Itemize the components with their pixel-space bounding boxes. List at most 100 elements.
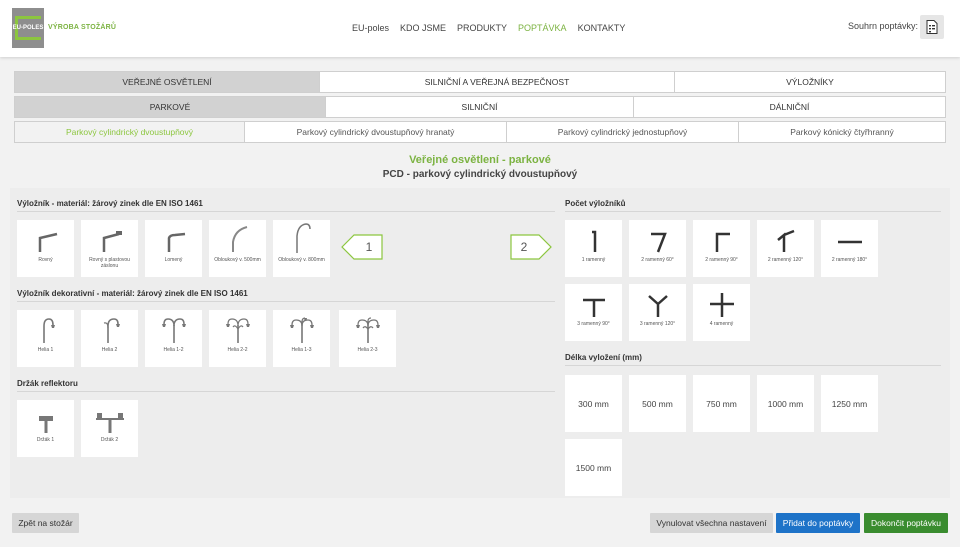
decor-option-helia-1-2[interactable]: Helia 1-2: [145, 310, 202, 367]
arm-option-obloukovy-800[interactable]: Obloukový v. 800mm: [273, 220, 330, 277]
nav-poptavka[interactable]: POPTÁVKA: [518, 23, 567, 33]
tab-model-konicky[interactable]: Parkový kónický čtyřhranný: [739, 122, 945, 142]
arm-option-rovny-plast[interactable]: Rovný s plastovou záslonu: [81, 220, 138, 277]
two-arm-180-icon: [837, 240, 862, 244]
holder-option-1[interactable]: Držák 1: [17, 400, 74, 457]
option-label: 750 mm: [706, 398, 737, 409]
helia-1-3-icon: [289, 317, 314, 343]
step-number: 1: [365, 240, 373, 254]
count-option-2-60[interactable]: 2 ramenný 60°: [629, 220, 686, 277]
nav-kdo-jsme[interactable]: KDO JSME: [400, 23, 446, 33]
step-2-indicator: 2: [510, 234, 552, 260]
main-nav: EU-poles KDO JSME PRODUKTY POPTÁVKA KONT…: [352, 23, 625, 33]
reflector-holder-1-icon: [38, 416, 53, 433]
decor-section-title: Výložník dekorativní - materiál: žárový …: [17, 289, 248, 298]
tab-parkove[interactable]: PARKOVÉ: [15, 97, 326, 117]
summary-label: Souhrn poptávky:: [848, 21, 919, 31]
arm-option-obloukovy-500[interactable]: Obloukový v. 500mm: [209, 220, 266, 277]
helia-2-2-icon: [225, 318, 250, 343]
length-option-1000[interactable]: 1000 mm: [757, 375, 814, 432]
helia-2-icon: [103, 318, 120, 343]
count-section-title: Počet výložníků: [565, 199, 626, 208]
holder-option-2[interactable]: Držák 2: [81, 400, 138, 457]
option-label: 500 mm: [642, 398, 673, 409]
tabs-category: VEŘEJNÉ OSVĚTLENÍ SILNIČNÍ A VEŘEJNÁ BEZ…: [14, 71, 946, 93]
holder-section-title: Držák reflektoru: [17, 379, 78, 388]
count-option-3-120[interactable]: 3 ramenný 120°: [629, 284, 686, 341]
option-label: Držák 1: [36, 437, 55, 443]
nav-eu-poles[interactable]: EU-poles: [352, 23, 389, 33]
length-option-750[interactable]: 750 mm: [693, 375, 750, 432]
option-label: Obloukový v. 500mm: [214, 257, 261, 263]
divider: [17, 391, 555, 392]
helia-1-icon: [42, 318, 55, 343]
count-option-3-90[interactable]: 3 ramenný 90°: [565, 284, 622, 341]
option-label: 2 ramenný 120°: [767, 257, 804, 263]
length-section-title: Délka vyložení (mm): [565, 353, 642, 362]
count-option-2-90[interactable]: 2 ramenný 90°: [693, 220, 750, 277]
length-option-1500[interactable]: 1500 mm: [565, 439, 622, 496]
option-label: 300 mm: [578, 398, 609, 409]
tab-model-jednostupnovy[interactable]: Parkový cylindrický jednostupňový: [507, 122, 739, 142]
option-label: Rovný: [38, 257, 53, 263]
count-option-1[interactable]: 1 ramenný: [565, 220, 622, 277]
option-label: 1500 mm: [575, 462, 612, 473]
option-label: Helia 1-3: [291, 347, 312, 353]
divider: [565, 211, 941, 212]
option-label: Helia 1-2: [163, 347, 184, 353]
option-label: Obloukový v. 800mm: [278, 257, 325, 263]
tab-vylozniky[interactable]: VÝLOŽNÍKY: [675, 72, 945, 92]
one-arm-icon: [591, 230, 596, 252]
bent-arm-icon: [167, 232, 185, 252]
count-option-2-180[interactable]: 2 ramenný 180°: [821, 220, 878, 277]
option-label: 1000 mm: [767, 398, 804, 409]
length-option-300[interactable]: 300 mm: [565, 375, 622, 432]
tab-silnicni[interactable]: SILNIČNÍ: [326, 97, 634, 117]
decor-option-helia-2-2[interactable]: Helia 2-2: [209, 310, 266, 367]
add-to-request-button[interactable]: Přidat do poptávky: [776, 513, 860, 533]
three-arm-120-icon: [647, 295, 668, 317]
two-arm-120-icon: [776, 229, 794, 252]
straight-arm-cover-icon: [102, 231, 122, 252]
helia-1-2-icon: [161, 318, 186, 343]
tabs-model: Parkový cylindrický dvoustupňový Parkový…: [14, 121, 946, 143]
nav-produkty[interactable]: PRODUKTY: [457, 23, 507, 33]
length-option-1250[interactable]: 1250 mm: [821, 375, 878, 432]
site-header: EU-POLES VÝROBA STOŽÁRŮ EU-poles KDO JSM…: [0, 0, 960, 57]
option-label: Helia 2: [101, 347, 118, 353]
tab-model-dvoustupnovy-hranaty[interactable]: Parkový cylindrický dvoustupňový hranatý: [245, 122, 507, 142]
tab-verejne-osvetleni[interactable]: VEŘEJNÉ OSVĚTLENÍ: [15, 72, 320, 92]
decor-option-helia-2[interactable]: Helia 2: [81, 310, 138, 367]
arm-option-lomeny[interactable]: Lomený: [145, 220, 202, 277]
reset-button[interactable]: Vynulovat všechna nastavení: [650, 513, 773, 533]
step-1-indicator: 1: [341, 234, 383, 260]
finish-request-button[interactable]: Dokončit poptávku: [864, 513, 948, 533]
decor-option-helia-2-3[interactable]: Helia 2-3: [339, 310, 396, 367]
summary-button[interactable]: [920, 15, 944, 39]
option-label: 4 ramenný: [709, 321, 734, 327]
arm-option-rovny[interactable]: Rovný: [17, 220, 74, 277]
count-option-2-120[interactable]: 2 ramenný 120°: [757, 220, 814, 277]
tab-model-dvoustupnovy[interactable]: Parkový cylindrický dvoustupňový: [15, 122, 245, 142]
three-arm-90-icon: [582, 298, 605, 317]
logo[interactable]: EU-POLES: [12, 8, 44, 48]
length-option-500[interactable]: 500 mm: [629, 375, 686, 432]
nav-kontakty[interactable]: KONTAKTY: [578, 23, 626, 33]
option-label: Helia 1: [37, 347, 54, 353]
helia-2-3-icon: [355, 317, 380, 343]
two-arm-90-icon: [715, 232, 730, 252]
decor-option-helia-1[interactable]: Helia 1: [17, 310, 74, 367]
brand-name: VÝROBA STOŽÁRŮ: [48, 24, 117, 31]
divider: [17, 301, 555, 302]
decor-option-helia-1-3[interactable]: Helia 1-3: [273, 310, 330, 367]
option-label: Helia 2-3: [357, 347, 378, 353]
tabs-type: PARKOVÉ SILNIČNÍ DÁLNIČNÍ: [14, 96, 946, 118]
option-label: 3 ramenný 120°: [639, 321, 676, 327]
back-button[interactable]: Zpět na stožár: [12, 513, 79, 533]
count-option-4[interactable]: 4 ramenný: [693, 284, 750, 341]
tab-dalnicni[interactable]: DÁLNIČNÍ: [634, 97, 945, 117]
option-label: Rovný s plastovou záslonu: [89, 257, 130, 269]
four-arm-icon: [709, 293, 734, 317]
tab-silnicni-bezpecnost[interactable]: SILNIČNÍ A VEŘEJNÁ BEZPEČNOST: [320, 72, 675, 92]
divider: [17, 211, 555, 212]
